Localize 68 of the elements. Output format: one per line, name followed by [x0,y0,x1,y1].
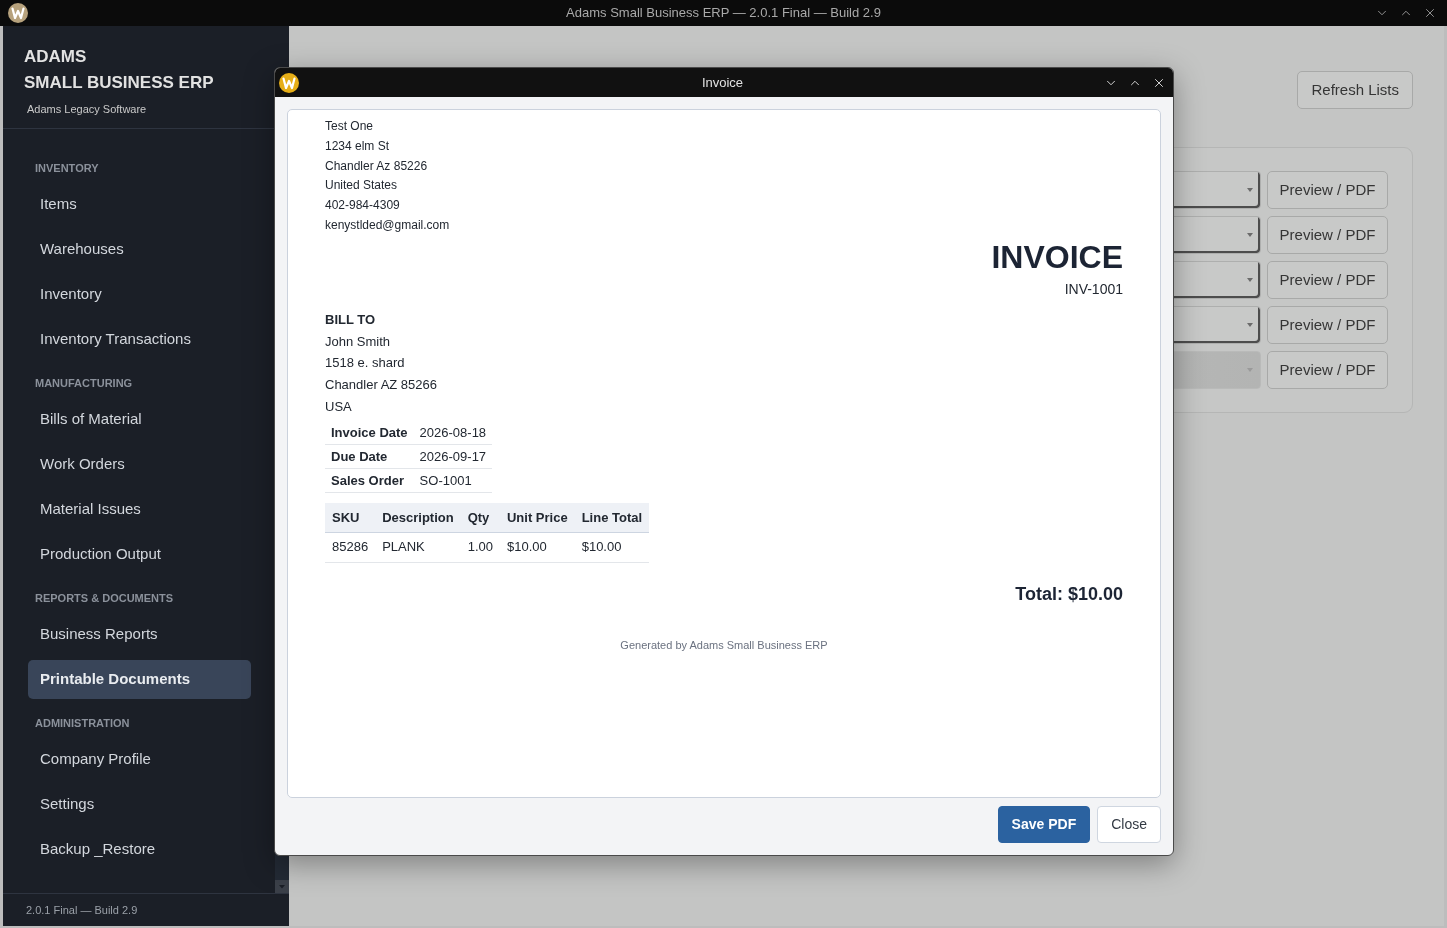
caret-icon [1247,323,1253,327]
footer-note: Generated by Adams Small Business ERP [620,637,828,653]
sidebar-item[interactable]: Production Output [28,534,251,574]
meta-label: Sales Order [325,468,414,493]
dialog-title: Invoice [701,73,744,92]
table-header-cell: Description [375,503,461,533]
company-info-line: Test One [325,118,374,135]
sidebar-item[interactable]: Items [28,184,251,224]
refresh-button[interactable]: Refresh Lists [1297,71,1413,109]
company-info-line: United States [325,177,398,195]
sidebar-item[interactable]: Business Reports [28,614,251,654]
table-cell: 85286 [325,532,376,563]
bill-to-line: 1518 e. shard [325,354,405,373]
company-info-line: 402-984-4309 [325,197,400,215]
table-cell: $10.00 [500,532,575,563]
table-cell: 1.00 [460,532,500,563]
brand-tagline: Adams Legacy Software [27,102,147,117]
logo-icon [279,72,299,93]
section-heading: MANUFACTURING [35,376,133,391]
meta-value: 2026-09-17 [413,444,493,469]
sidebar-item[interactable]: Work Orders [28,444,251,484]
close-button[interactable]: Close [1097,806,1161,843]
bill-to-heading: BILL TO [325,310,376,329]
caret-icon [1247,188,1253,192]
save-pdf-button[interactable]: Save PDF [997,806,1091,843]
company-info-line: kenystlded@gmail.com [325,217,450,234]
table-header-cell: SKU [325,503,376,533]
brand-title: ADAMS [24,46,87,68]
sidebar-item[interactable]: Company Profile [28,739,251,779]
section-heading: ADMINISTRATION [35,716,130,731]
bill-to-line: USA [325,397,352,416]
preview-pdf-button[interactable]: Preview / PDF [1267,306,1388,344]
meta-label: Invoice Date [325,420,414,445]
table-header-cell: Unit Price [500,503,575,533]
invoice-total: Total: $10.00 [1015,582,1123,605]
sidebar-item[interactable]: Settings [28,784,251,824]
sidebar-item[interactable]: Bills of Material [28,399,251,439]
document-title: INVOICE [991,238,1123,275]
logo-icon [8,3,28,23]
sidebar-item[interactable]: Printable Documents [28,659,251,699]
caret-icon [1247,233,1253,237]
sidebar-item[interactable]: Warehouses [28,229,251,269]
sidebar-item[interactable]: Backup _Restore [28,829,251,869]
preview-pdf-button[interactable]: Preview / PDF [1267,216,1388,254]
table-header-cell: Line Total [574,503,650,533]
document-number: INV-1001 [1064,279,1123,299]
meta-label: Due Date [325,444,414,469]
bill-to-line: Chandler AZ 85266 [325,376,438,395]
preview-pdf-button[interactable]: Preview / PDF [1267,171,1388,209]
sidebar-item[interactable]: Inventory [28,274,251,314]
section-heading: REPORTS & DOCUMENTS [35,591,174,606]
version-label: 2.0.1 Final — Build 2.9 [26,902,138,918]
close-icon[interactable] [1423,6,1437,20]
window-title: Adams Small Business ERP — 2.0.1 Final — Build 2.9 [566,4,881,23]
section-heading: INVENTORY [35,161,99,176]
sidebar-item[interactable]: Inventory Transactions [28,319,251,359]
brand-title: SMALL BUSINESS ERP [24,72,214,94]
meta-value: SO-1001 [413,468,493,493]
table-header-cell: Qty [460,503,500,533]
sidebar-item[interactable]: Material Issues [28,489,251,529]
company-info-line: Chandler Az 85226 [325,157,428,175]
caret-icon [1247,278,1253,282]
preview-pdf-button[interactable]: Preview / PDF [1267,261,1388,299]
meta-value: 2026-08-18 [413,420,493,445]
table-cell: $10.00 [574,532,650,563]
table-cell: PLANK [375,532,461,563]
bill-to-line: John Smith [325,332,391,351]
company-info-line: 1234 elm St [325,137,390,155]
